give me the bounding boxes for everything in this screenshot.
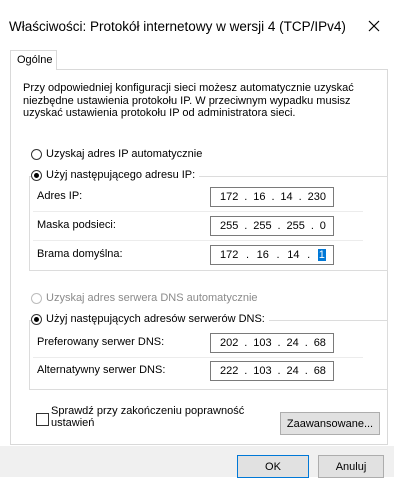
dns-auto-radio[interactable] bbox=[31, 292, 42, 304]
octet-separator: . bbox=[304, 365, 308, 377]
ip-field-input[interactable]: 255. 255. 255. 0 bbox=[210, 216, 334, 236]
ip-manual-radio[interactable] bbox=[31, 169, 42, 181]
dns-field-input[interactable]: 222. 103. 24. 68 bbox=[210, 361, 334, 381]
octet-field[interactable]: 68 bbox=[314, 337, 326, 349]
octet-separator: . bbox=[298, 191, 302, 203]
close-icon bbox=[368, 20, 380, 32]
ip-auto-radio[interactable] bbox=[31, 148, 42, 160]
octet-separator: . bbox=[271, 191, 275, 203]
general-panel: Przy odpowiedniej konfiguracji sieci moż… bbox=[10, 69, 388, 445]
octet-separator: . bbox=[245, 249, 250, 261]
octet-field[interactable]: 1 bbox=[317, 249, 326, 261]
octet-separator: . bbox=[277, 337, 281, 349]
octet-field[interactable]: 202 bbox=[220, 337, 238, 349]
octet-field[interactable]: 255 bbox=[220, 220, 238, 232]
row-divider bbox=[33, 211, 363, 212]
octet-separator: . bbox=[244, 191, 248, 203]
octet-field[interactable]: 103 bbox=[253, 365, 271, 377]
octet-field[interactable]: 255 bbox=[287, 220, 305, 232]
dns-manual-label: Użyj następujących adresów serwerów DNS: bbox=[46, 313, 265, 325]
dns-manual-option[interactable]: Użyj następujących adresów serwerów DNS: bbox=[31, 313, 269, 325]
ip-field-label: Adres IP: bbox=[37, 190, 83, 202]
dns-field-label: Preferowany serwer DNS: bbox=[37, 336, 165, 348]
octet-field[interactable]: 16 bbox=[253, 191, 265, 203]
octet-field[interactable]: 103 bbox=[253, 337, 271, 349]
ip-auto-label: Uzyskaj adres IP automatycznie bbox=[46, 148, 203, 160]
ip-field-label: Brama domyślna: bbox=[37, 248, 123, 260]
description-text: Przy odpowiedniej konfiguracji sieci moż… bbox=[23, 82, 354, 119]
octet-field[interactable]: 172 bbox=[220, 191, 238, 203]
octet-field[interactable]: 255 bbox=[253, 220, 271, 232]
dns-auto-option[interactable]: Uzyskaj adres serwera DNS automatycznie bbox=[31, 292, 258, 304]
ipv4-properties-dialog: Właściwości: Protokół internetowy w wers… bbox=[0, 0, 394, 478]
octet-field[interactable]: 172 bbox=[220, 249, 238, 261]
octet-separator: . bbox=[277, 365, 281, 377]
octet-separator: . bbox=[244, 365, 248, 377]
dns-auto-label: Uzyskaj adres serwera DNS automatycznie bbox=[46, 292, 258, 304]
octet-separator: . bbox=[304, 337, 308, 349]
ip-auto-option[interactable]: Uzyskaj adres IP automatycznie bbox=[31, 148, 202, 160]
ip-manual-option[interactable]: Użyj następującego adresu IP: bbox=[31, 169, 200, 181]
window-title: Właściwości: Protokół internetowy w wers… bbox=[9, 19, 346, 34]
octet-separator: . bbox=[310, 220, 314, 232]
dns-field-label: Alternatywny serwer DNS: bbox=[37, 364, 166, 376]
dns-field-input[interactable]: 202. 103. 24. 68 bbox=[210, 333, 334, 353]
dns-manual-radio[interactable] bbox=[31, 313, 42, 325]
dns-group bbox=[29, 320, 388, 390]
octet-separator: . bbox=[244, 337, 248, 349]
cancel-button[interactable]: Anuluj bbox=[318, 455, 384, 478]
octet-field[interactable]: 222 bbox=[220, 365, 238, 377]
octet-separator: . bbox=[276, 249, 280, 261]
octet-field[interactable]: 16 bbox=[257, 249, 269, 261]
octet-field[interactable]: 68 bbox=[314, 365, 326, 377]
ip-field-input[interactable]: 172. 16. 14. 1 bbox=[210, 245, 334, 265]
octet-field[interactable]: 14 bbox=[280, 191, 292, 203]
ip-manual-label: Użyj następującego adresu IP: bbox=[46, 169, 196, 181]
tab-general[interactable]: Ogólne bbox=[10, 50, 57, 70]
ip-field-input[interactable]: 172. 16. 14. 230 bbox=[210, 187, 334, 207]
validate-label: Sprawdź przy zakończeniu poprawność usta… bbox=[51, 405, 245, 429]
validate-checkbox[interactable] bbox=[36, 413, 49, 426]
octet-field[interactable]: 230 bbox=[308, 191, 326, 203]
octet-field[interactable]: 14 bbox=[287, 249, 299, 261]
octet-field[interactable]: 24 bbox=[287, 365, 299, 377]
octet-separator: . bbox=[277, 220, 281, 232]
close-button[interactable] bbox=[354, 10, 394, 42]
advanced-button[interactable]: Zaawansowane... bbox=[280, 412, 380, 435]
ok-button[interactable]: OK bbox=[237, 455, 309, 478]
octet-separator: . bbox=[307, 249, 311, 261]
row-divider bbox=[33, 240, 363, 241]
ip-field-label: Maska podsieci: bbox=[37, 219, 116, 231]
row-divider bbox=[33, 357, 363, 358]
octet-field[interactable]: 0 bbox=[320, 220, 326, 232]
octet-field[interactable]: 24 bbox=[287, 337, 299, 349]
octet-separator: . bbox=[244, 220, 248, 232]
